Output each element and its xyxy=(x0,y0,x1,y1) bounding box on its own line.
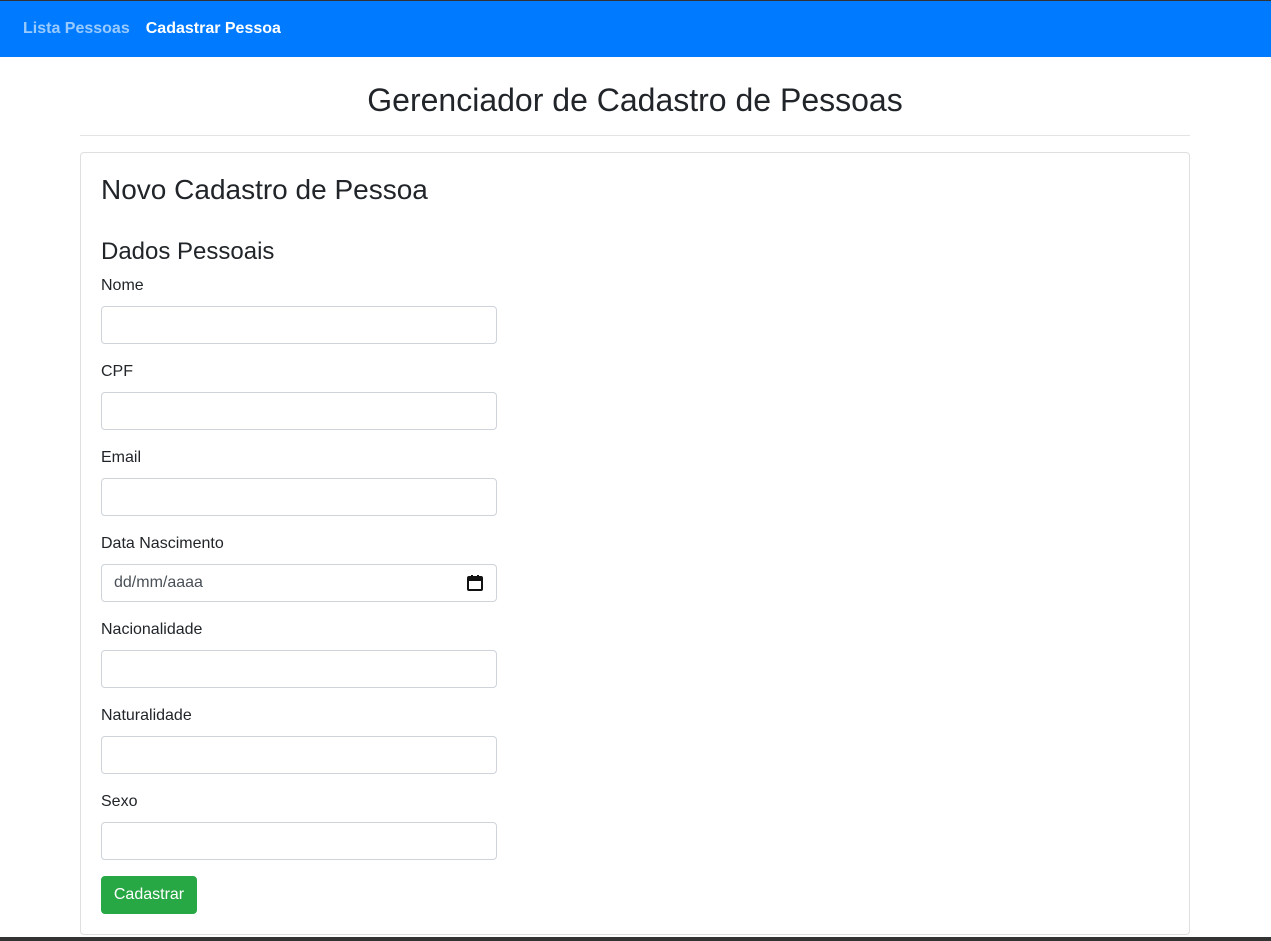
email-label: Email xyxy=(101,449,142,466)
registration-card: Novo Cadastro de Pessoa Dados Pessoais N… xyxy=(80,152,1190,935)
nome-label: Nome xyxy=(101,277,144,294)
data-nascimento-input[interactable]: dd/mm/aaaa xyxy=(101,564,497,602)
navbar: Lista Pessoas Cadastrar Pessoa xyxy=(0,1,1271,57)
card-title: Novo Cadastro de Pessoa xyxy=(101,174,428,205)
naturalidade-input[interactable] xyxy=(101,736,497,774)
nome-input[interactable] xyxy=(101,306,497,344)
section-title: Dados Pessoais xyxy=(101,238,275,265)
nacionalidade-input[interactable] xyxy=(101,650,497,688)
nav-link-cadastrar-pessoa[interactable]: Cadastrar Pessoa xyxy=(146,20,281,38)
sexo-input[interactable] xyxy=(101,822,497,860)
date-placeholder: dd/mm/aaaa xyxy=(114,574,203,591)
nav-link-lista-pessoas[interactable]: Lista Pessoas xyxy=(23,20,130,38)
title-divider xyxy=(80,135,1190,136)
sexo-label: Sexo xyxy=(101,793,138,810)
cpf-label: CPF xyxy=(101,363,133,380)
calendar-icon[interactable] xyxy=(466,574,484,592)
naturalidade-label: Naturalidade xyxy=(101,707,192,724)
nacionalidade-label: Nacionalidade xyxy=(101,621,203,638)
page-title: Gerenciador de Cadastro de Pessoas xyxy=(367,82,903,118)
email-input[interactable] xyxy=(101,478,497,516)
bottom-border xyxy=(0,937,1271,941)
data-nascimento-label: Data Nascimento xyxy=(101,535,224,552)
cadastrar-button[interactable]: Cadastrar xyxy=(101,876,197,914)
cpf-input[interactable] xyxy=(101,392,497,430)
